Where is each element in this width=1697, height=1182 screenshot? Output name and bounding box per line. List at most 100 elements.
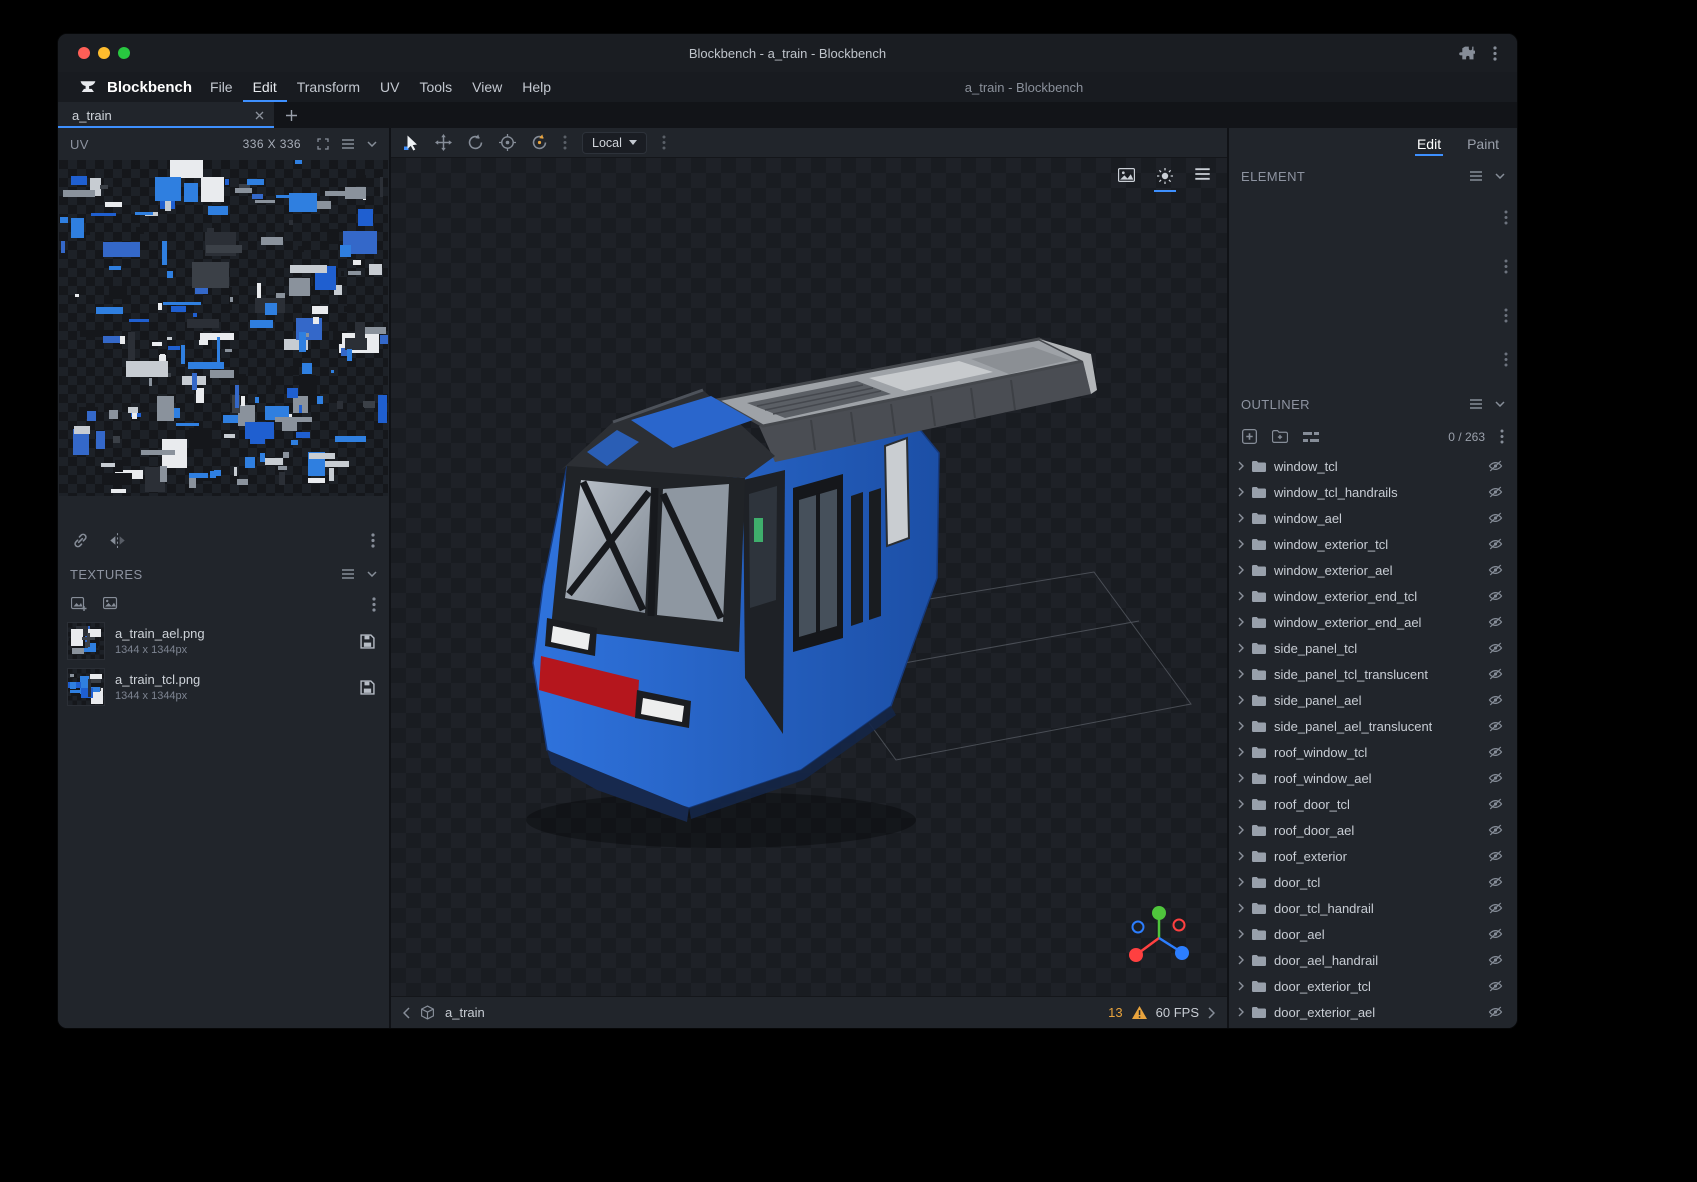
outliner-row[interactable]: window_exterior_ael	[1229, 557, 1517, 583]
warning-count[interactable]: 13	[1108, 1005, 1122, 1020]
outliner-row[interactable]: side_panel_ael	[1229, 687, 1517, 713]
menu-item[interactable]: UV	[370, 72, 409, 102]
outliner-row[interactable]: door_exterior_tcl	[1229, 973, 1517, 999]
visibility-off-icon[interactable]	[1488, 694, 1503, 706]
warning-triangle-icon[interactable]	[1132, 1006, 1147, 1019]
outliner-row[interactable]: side_panel_tcl_translucent	[1229, 661, 1517, 687]
visibility-off-icon[interactable]	[1488, 876, 1503, 888]
back-chevron-icon[interactable]	[403, 1007, 410, 1019]
viewport-menu-icon[interactable]	[1192, 164, 1213, 186]
tab-edit-mode[interactable]: Edit	[1415, 136, 1443, 156]
expand-chevron-icon[interactable]	[1238, 955, 1244, 965]
save-texture-icon[interactable]	[360, 680, 375, 695]
visibility-off-icon[interactable]	[1488, 538, 1503, 550]
expand-chevron-icon[interactable]	[1238, 721, 1244, 731]
expand-chevron-icon[interactable]	[1238, 643, 1244, 653]
outliner-row[interactable]: door_tcl_handrail	[1229, 895, 1517, 921]
link-uv-icon[interactable]	[72, 532, 89, 549]
visibility-off-icon[interactable]	[1488, 746, 1503, 758]
expand-chevron-icon[interactable]	[1238, 799, 1244, 809]
expand-chevron-icon[interactable]	[1238, 695, 1244, 705]
uv-collapse-chevron-icon[interactable]	[367, 141, 377, 147]
mirror-uv-icon[interactable]	[109, 533, 126, 548]
create-texture-icon[interactable]	[103, 597, 118, 611]
menu-item[interactable]: Tools	[409, 72, 462, 102]
import-texture-icon[interactable]	[71, 597, 87, 611]
save-texture-icon[interactable]	[360, 634, 375, 649]
project-tab[interactable]: a_train	[58, 102, 274, 128]
outliner-row[interactable]: window_tcl_handrails	[1229, 479, 1517, 505]
menu-item[interactable]: Help	[512, 72, 561, 102]
expand-chevron-icon[interactable]	[1238, 903, 1244, 913]
expand-chevron-icon[interactable]	[1238, 513, 1244, 523]
visibility-off-icon[interactable]	[1488, 798, 1503, 810]
minimize-window-button[interactable]	[98, 47, 110, 59]
uv-canvas[interactable]	[59, 160, 388, 496]
visibility-off-icon[interactable]	[1488, 1006, 1503, 1018]
outliner-row[interactable]: side_panel_tcl	[1229, 635, 1517, 661]
menu-item[interactable]: File	[200, 72, 243, 102]
expand-chevron-icon[interactable]	[1238, 461, 1244, 471]
element-toolbar-kebab-icon[interactable]	[1504, 352, 1508, 367]
rotate-tool-icon[interactable]	[467, 134, 484, 151]
outliner-row[interactable]: window_tcl	[1229, 453, 1517, 479]
outliner-toolbar-kebab-icon[interactable]	[1500, 429, 1504, 444]
expand-chevron-icon[interactable]	[1238, 929, 1244, 939]
outliner-row[interactable]: side_panel_ael_translucent	[1229, 713, 1517, 739]
visibility-off-icon[interactable]	[1488, 564, 1503, 576]
element-panel-menu-icon[interactable]	[1470, 171, 1482, 181]
uv-panel-menu-icon[interactable]	[342, 139, 354, 149]
add-group-icon[interactable]	[1272, 430, 1288, 443]
expand-chevron-icon[interactable]	[1238, 669, 1244, 679]
texture-item[interactable]: a_train_ael.png 1344 x 1344px	[58, 618, 389, 664]
outliner-row[interactable]: window_ael	[1229, 505, 1517, 531]
element-toolbar-kebab-icon[interactable]	[1504, 308, 1508, 323]
menu-item[interactable]: View	[462, 72, 512, 102]
extensions-puzzle-icon[interactable]	[1459, 45, 1475, 61]
move-tool-icon[interactable]	[403, 134, 420, 151]
visibility-off-icon[interactable]	[1488, 850, 1503, 862]
transform-space-dropdown[interactable]: Local	[582, 132, 647, 154]
expand-chevron-icon[interactable]	[1238, 539, 1244, 549]
rotate-view-tool-icon[interactable]	[531, 134, 548, 151]
forward-chevron-icon[interactable]	[1208, 1007, 1215, 1019]
outliner-row[interactable]: roof_door_tcl	[1229, 791, 1517, 817]
visibility-off-icon[interactable]	[1488, 668, 1503, 680]
pivot-tool-icon[interactable]	[499, 134, 516, 151]
visibility-off-icon[interactable]	[1488, 590, 1503, 602]
element-toolbar-kebab-icon[interactable]	[1504, 259, 1508, 274]
outliner-row[interactable]: door_exterior_ael	[1229, 999, 1517, 1025]
visibility-off-icon[interactable]	[1488, 954, 1503, 966]
outliner-row[interactable]: door_exterior_end	[1229, 1025, 1517, 1028]
visibility-off-icon[interactable]	[1488, 720, 1503, 732]
expand-chevron-icon[interactable]	[1238, 617, 1244, 627]
expand-chevron-icon[interactable]	[1238, 773, 1244, 783]
outliner-row[interactable]: window_exterior_end_ael	[1229, 609, 1517, 635]
outliner-row[interactable]: door_ael	[1229, 921, 1517, 947]
textures-collapse-chevron-icon[interactable]	[367, 571, 377, 577]
add-cube-icon[interactable]	[1242, 429, 1257, 444]
visibility-off-icon[interactable]	[1488, 980, 1503, 992]
tab-paint-mode[interactable]: Paint	[1465, 136, 1501, 156]
expand-chevron-icon[interactable]	[1238, 877, 1244, 887]
outliner-collapse-chevron-icon[interactable]	[1495, 401, 1505, 407]
project-breadcrumb[interactable]: a_train	[445, 1005, 485, 1020]
textures-toolbar-kebab-icon[interactable]	[372, 597, 376, 612]
train-model[interactable]	[391, 158, 1227, 996]
outliner-row[interactable]: roof_window_tcl	[1229, 739, 1517, 765]
outliner-row[interactable]: door_ael_handrail	[1229, 947, 1517, 973]
uv-tools-kebab-icon[interactable]	[371, 533, 375, 548]
window-menu-kebab-icon[interactable]	[1493, 46, 1497, 61]
menu-item[interactable]: Edit	[243, 72, 287, 102]
outliner-row[interactable]: roof_door_ael	[1229, 817, 1517, 843]
visibility-off-icon[interactable]	[1488, 512, 1503, 524]
zoom-window-button[interactable]	[118, 47, 130, 59]
expand-chevron-icon[interactable]	[1238, 565, 1244, 575]
visibility-off-icon[interactable]	[1488, 616, 1503, 628]
expand-chevron-icon[interactable]	[1238, 487, 1244, 497]
visibility-off-icon[interactable]	[1488, 486, 1503, 498]
uv-fullscreen-icon[interactable]	[317, 138, 329, 150]
visibility-off-icon[interactable]	[1488, 928, 1503, 940]
expand-chevron-icon[interactable]	[1238, 591, 1244, 601]
new-tab-button[interactable]	[274, 102, 308, 128]
